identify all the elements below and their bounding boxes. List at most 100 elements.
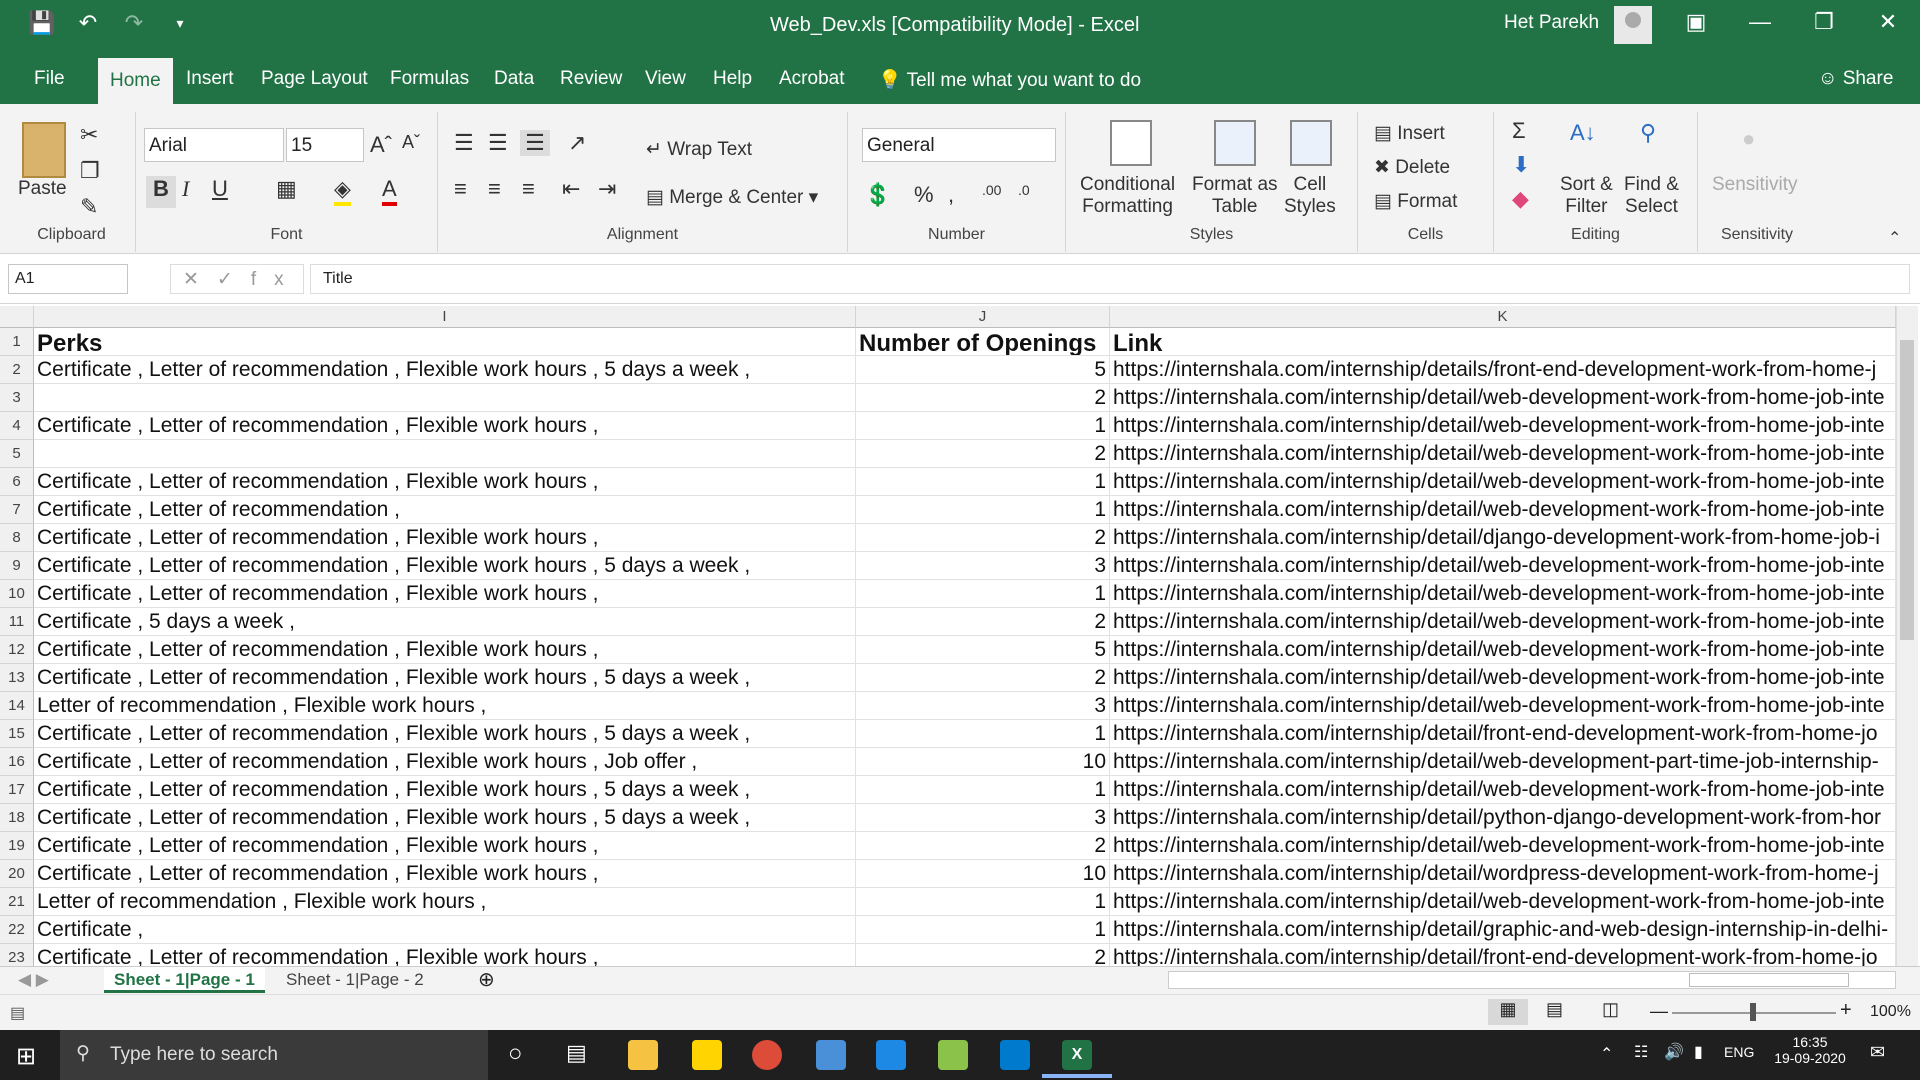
tab-file[interactable]: File [34, 68, 65, 90]
close-button[interactable]: ✕ [1856, 0, 1920, 46]
volume-icon[interactable]: 🔊 [1664, 1042, 1684, 1062]
excel-icon[interactable]: X [1062, 1040, 1092, 1070]
cut-icon[interactable]: ✂ [80, 122, 98, 148]
cell-perks[interactable]: Certificate , Letter of recommendation ,… [34, 468, 856, 496]
enter-icon[interactable]: ✓ [217, 269, 251, 290]
format-painter-icon[interactable]: ✎ [80, 194, 98, 220]
cell-link[interactable]: https://internshala.com/internship/detai… [1110, 860, 1896, 888]
avatar[interactable] [1614, 6, 1652, 44]
taskbar-search[interactable]: ⚲ Type here to search [60, 1030, 488, 1080]
conditional-formatting-button[interactable]: Conditional Formatting [1080, 174, 1175, 218]
sheet-nav-arrows[interactable]: ◀ ▶ [8, 967, 59, 993]
tab-view[interactable]: View [645, 68, 686, 90]
windows-start-icon[interactable]: ⊞ [16, 1042, 36, 1071]
cell-openings[interactable]: 10 [856, 860, 1110, 888]
tell-me-search[interactable]: 💡 Tell me what you want to do [878, 68, 1141, 92]
paste-button[interactable]: Paste [18, 178, 67, 200]
row-header[interactable]: 12 [0, 636, 34, 664]
cancel-icon[interactable]: ✕ [183, 269, 217, 290]
paste-icon[interactable] [22, 122, 66, 178]
cell-perks[interactable]: Letter of recommendation , Flexible work… [34, 888, 856, 916]
redo-icon[interactable]: ↷ [120, 10, 148, 36]
row-header[interactable]: 1 [0, 328, 34, 356]
zoom-slider-thumb[interactable] [1750, 1003, 1756, 1021]
decrease-decimal-icon[interactable]: .0 [1018, 182, 1030, 198]
restore-button[interactable]: ❐ [1792, 0, 1856, 46]
cell-perks[interactable]: Certificate , Letter of recommendation ,… [34, 804, 856, 832]
row-header[interactable]: 5 [0, 440, 34, 468]
align-right-icon[interactable]: ≡ [522, 176, 535, 202]
align-center-icon[interactable]: ≡ [488, 176, 501, 202]
cell-perks[interactable]: Certificate , [34, 916, 856, 944]
select-all-corner[interactable] [0, 306, 34, 328]
cell-link[interactable]: https://internshala.com/internship/detai… [1110, 440, 1896, 468]
cell-openings[interactable]: 1 [856, 776, 1110, 804]
row-header[interactable]: 14 [0, 692, 34, 720]
row-header[interactable]: 16 [0, 748, 34, 776]
cell-openings[interactable]: 2 [856, 524, 1110, 552]
row-header[interactable]: 4 [0, 412, 34, 440]
conditional-formatting-icon[interactable] [1110, 120, 1152, 166]
font-name-select[interactable]: Arial [144, 128, 284, 162]
cell-link[interactable]: https://internshala.com/internship/detai… [1110, 496, 1896, 524]
language-indicator[interactable]: ENG [1724, 1044, 1754, 1060]
merge-center-button[interactable]: ▤ Merge & Center ▾ [646, 186, 818, 209]
share-button[interactable]: ☺ Share [1818, 68, 1893, 90]
cell-link[interactable]: https://internshala.com/internship/detai… [1110, 636, 1896, 664]
font-size-select[interactable]: 15 [286, 128, 364, 162]
cell-perks[interactable]: Certificate , Letter of recommendation ,… [34, 860, 856, 888]
delete-cells-button[interactable]: ✖ Delete [1374, 156, 1450, 179]
cell-link[interactable]: https://internshala.com/internship/detai… [1110, 804, 1896, 832]
cortana-icon[interactable]: ○ [508, 1040, 523, 1068]
cell-link[interactable]: https://internshala.com/internship/detai… [1110, 720, 1896, 748]
cell-perks[interactable]: Certificate , Letter of recommendation ,… [34, 552, 856, 580]
format-as-table-icon[interactable] [1214, 120, 1256, 166]
cell-openings[interactable]: 5 [856, 636, 1110, 664]
cell-perks[interactable]: Certificate , 5 days a week , [34, 608, 856, 636]
find-select-button[interactable]: Find & Select [1624, 174, 1679, 218]
spreadsheet-grid[interactable]: I J K 1 Perks Number of Openings Link 2C… [0, 304, 1920, 969]
clear-icon[interactable]: ◆ [1512, 186, 1529, 212]
row-header[interactable]: 8 [0, 524, 34, 552]
copy-icon[interactable]: ❐ [80, 158, 100, 184]
cell-openings[interactable]: 10 [856, 748, 1110, 776]
currency-icon[interactable]: 💲 [864, 182, 891, 208]
format-cells-button[interactable]: ▤ Format [1374, 190, 1457, 213]
cell-perks[interactable]: Letter of recommendation , Flexible work… [34, 692, 856, 720]
autosum-icon[interactable]: Σ [1512, 118, 1526, 144]
percent-icon[interactable]: % [914, 182, 934, 208]
format-as-table-button[interactable]: Format as Table [1192, 174, 1278, 218]
comma-style-icon[interactable]: , [948, 182, 954, 208]
row-header[interactable]: 7 [0, 496, 34, 524]
cell-openings[interactable]: 2 [856, 664, 1110, 692]
align-bottom-icon[interactable]: ☰ [520, 130, 550, 156]
network-icon[interactable]: ☷ [1634, 1042, 1648, 1062]
cell-link[interactable]: https://internshala.com/internship/detai… [1110, 468, 1896, 496]
tab-data[interactable]: Data [494, 68, 534, 90]
cell-link[interactable]: https://internshala.com/internship/detai… [1110, 916, 1896, 944]
row-header[interactable]: 3 [0, 384, 34, 412]
cell-openings[interactable]: 1 [856, 916, 1110, 944]
column-header-k[interactable]: K [1110, 306, 1896, 328]
cell-openings[interactable]: 3 [856, 804, 1110, 832]
cell-openings[interactable]: 1 [856, 496, 1110, 524]
tab-review[interactable]: Review [560, 68, 622, 90]
cell-openings[interactable]: 5 [856, 356, 1110, 384]
clock[interactable]: 16:35 19-09-2020 [1770, 1034, 1850, 1066]
ribbon-display-icon[interactable]: ▣ [1664, 0, 1728, 46]
cell-openings[interactable]: 1 [856, 720, 1110, 748]
undo-icon[interactable]: ↶ [74, 10, 102, 36]
row-header[interactable]: 21 [0, 888, 34, 916]
cell-link[interactable]: https://internshala.com/internship/detai… [1110, 580, 1896, 608]
cell-openings[interactable]: 3 [856, 552, 1110, 580]
file-explorer-icon[interactable] [628, 1040, 658, 1070]
cell-link[interactable]: https://internshala.com/internship/detai… [1110, 888, 1896, 916]
customize-qat-icon[interactable]: ▾ [166, 15, 194, 32]
align-left-icon[interactable]: ≡ [454, 176, 467, 202]
sticky-notes-icon[interactable] [692, 1040, 722, 1070]
increase-font-icon[interactable]: Aˆ [370, 132, 392, 158]
tab-acrobat[interactable]: Acrobat [779, 68, 844, 90]
row-header[interactable]: 20 [0, 860, 34, 888]
row-header[interactable]: 13 [0, 664, 34, 692]
scroll-thumb[interactable] [1900, 340, 1914, 640]
